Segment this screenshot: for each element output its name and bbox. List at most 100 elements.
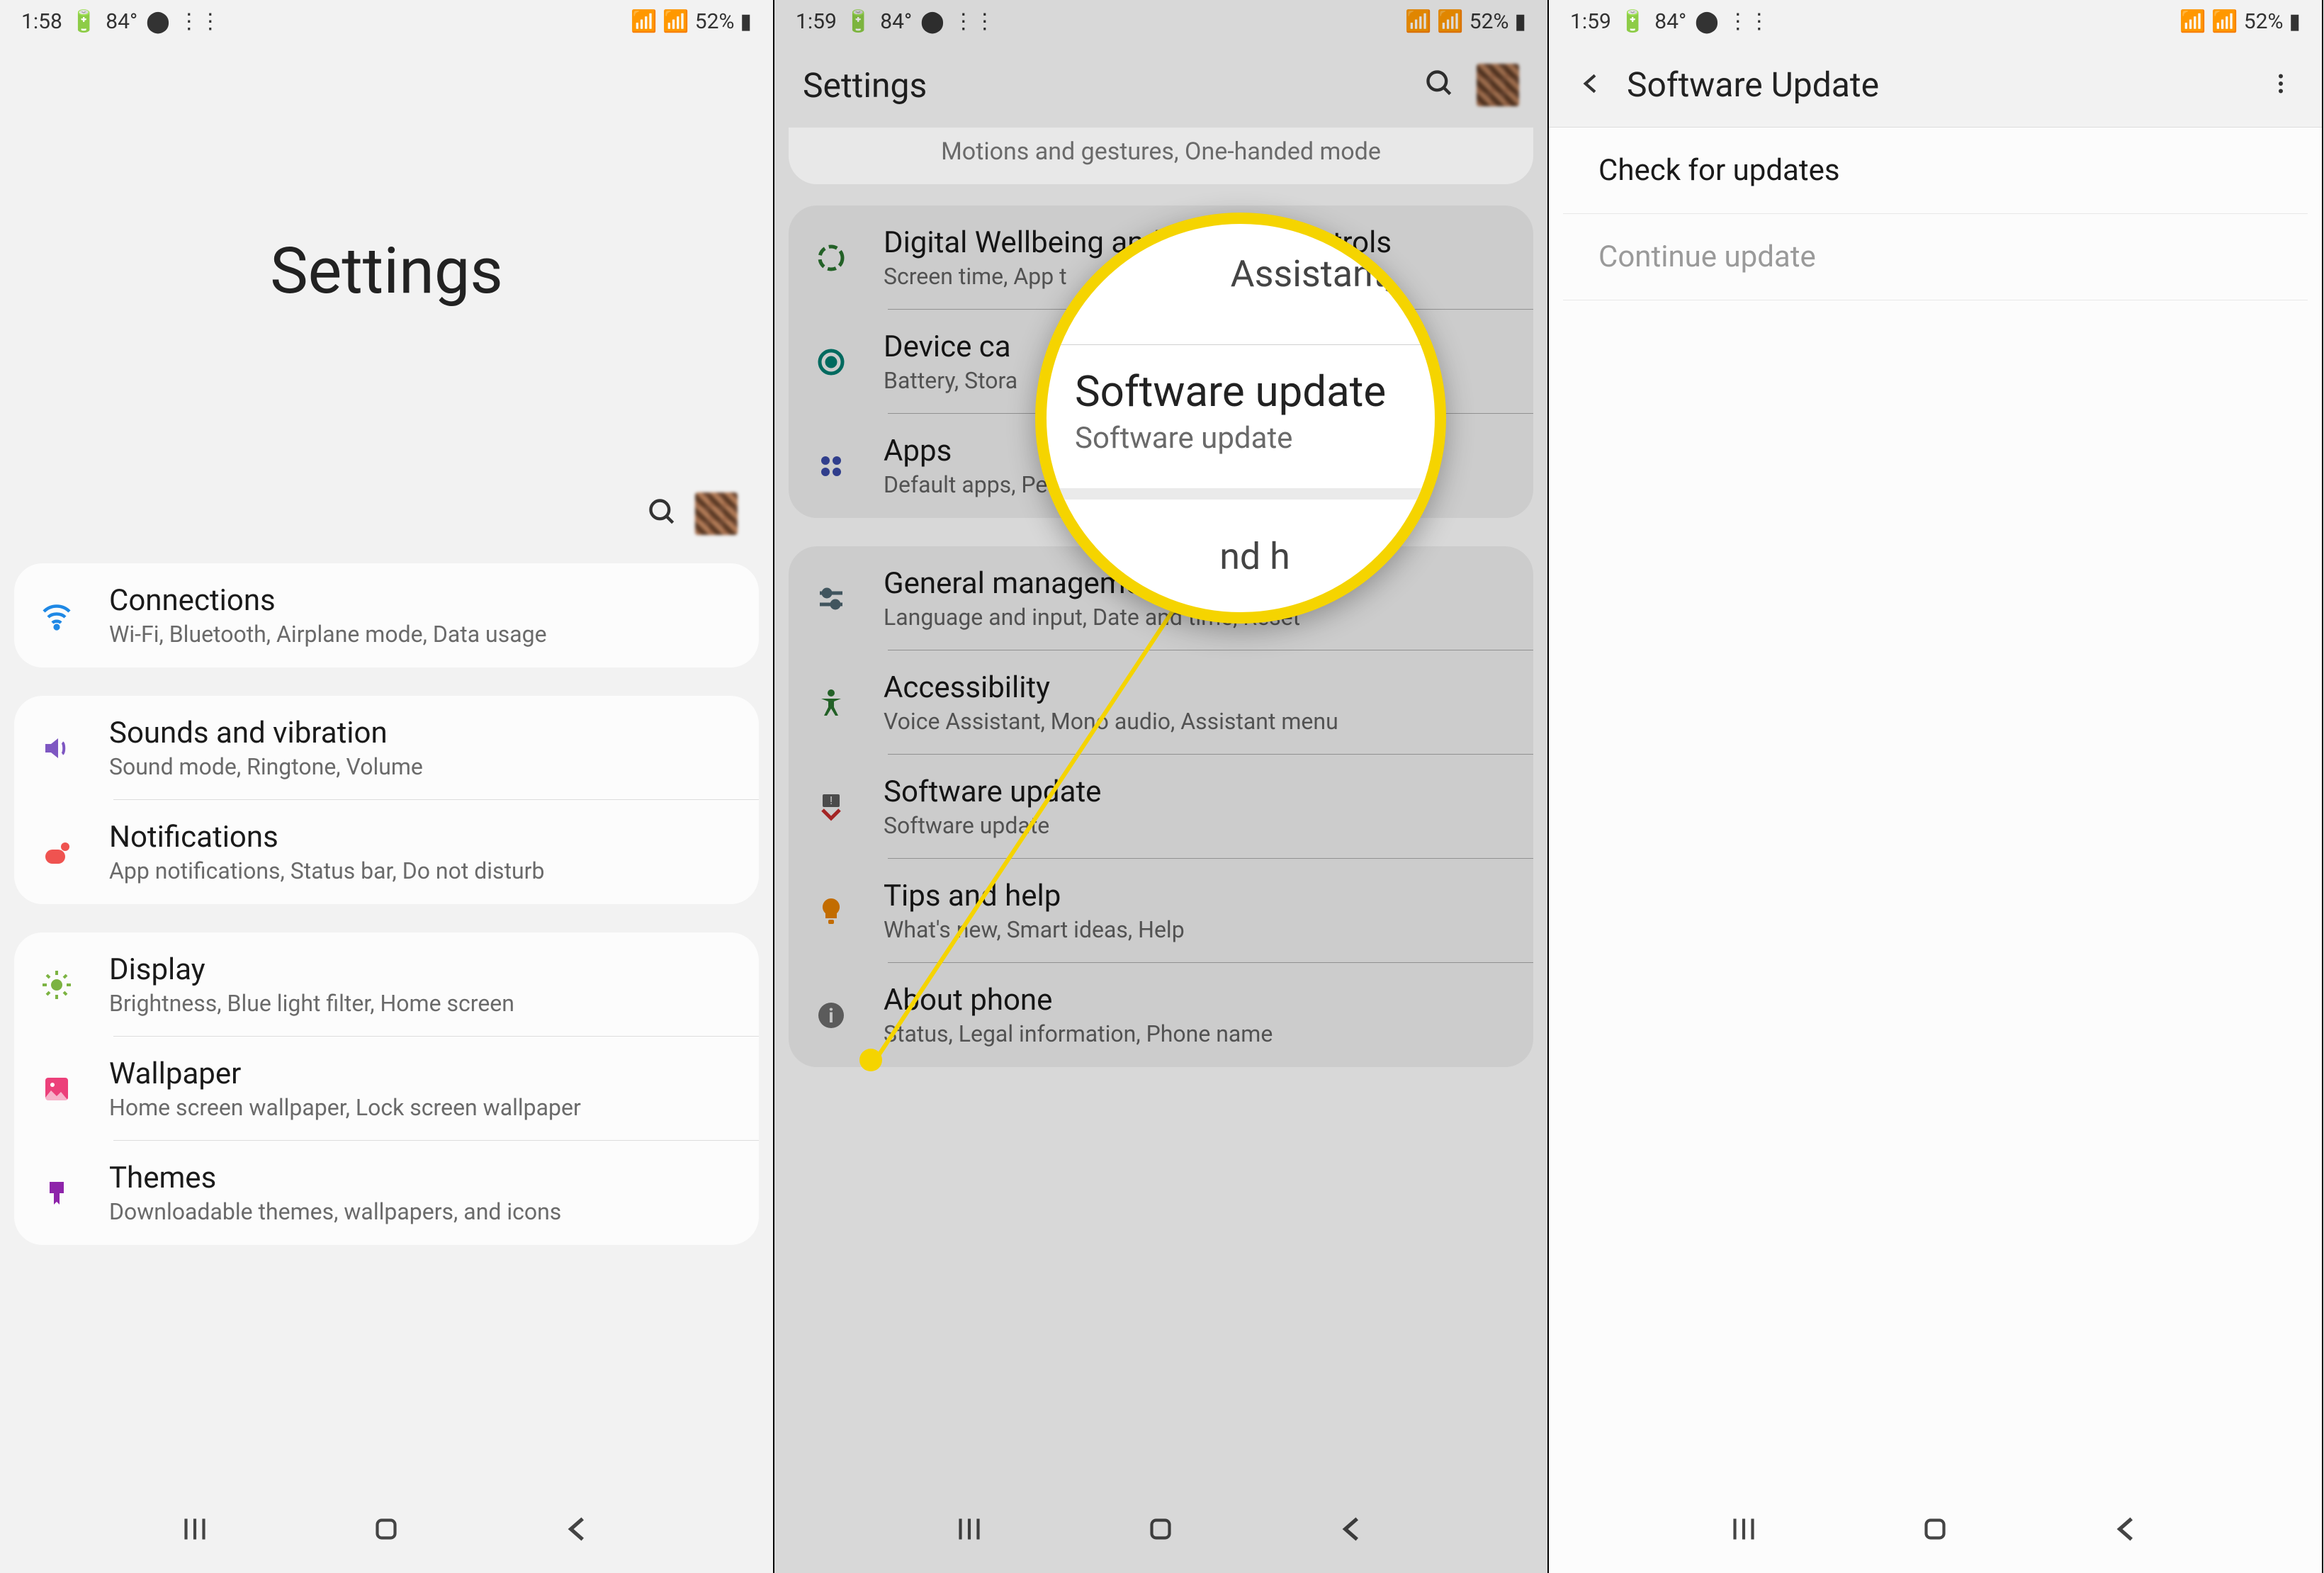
general-icon	[803, 570, 859, 627]
status-bar: 1:59 🔋 84° ⬤ ⋮⋮ 📶 📶 52% ▮	[1549, 0, 2322, 43]
row-title: Software update	[884, 774, 1505, 809]
continue-update: Continue update	[1563, 214, 2308, 300]
settings-group: Display Brightness, Blue light filter, H…	[14, 932, 759, 1245]
magnifier-fragment-top: Assistant,	[1231, 252, 1392, 295]
wifi-icon: 📶	[2179, 9, 2206, 34]
about-icon: i	[803, 987, 859, 1044]
battery-icon: 🔋	[1620, 9, 1646, 34]
settings-row-notifications[interactable]: Notifications App notifications, Status …	[14, 800, 759, 904]
signal-icon: 📶	[1437, 9, 1463, 34]
apps-icon	[803, 438, 859, 495]
screen-software-update: 1:59 🔋 84° ⬤ ⋮⋮ 📶 📶 52% ▮ Software Updat…	[1549, 0, 2323, 1573]
row-title: Sounds and vibration	[109, 716, 731, 750]
wellbeing-icon	[803, 230, 859, 286]
nav-recents[interactable]	[952, 1511, 987, 1550]
wifi-icon: 📶	[631, 9, 657, 34]
status-bar: 1:59 🔋 84° ⬤ ⋮⋮ 📶 📶 52% ▮	[774, 0, 1547, 43]
display-icon	[28, 957, 85, 1013]
page-title: Settings	[0, 234, 773, 308]
more-icon: ⋮⋮	[179, 9, 221, 34]
tips-icon	[803, 883, 859, 940]
back-button[interactable]	[1577, 69, 1606, 101]
screen-settings-main: 1:58 🔋 84° ⬤ ⋮⋮ 📶 📶 52% ▮ Settings	[0, 0, 774, 1573]
nav-back[interactable]	[2109, 1511, 2145, 1550]
search-button[interactable]	[1424, 68, 1455, 102]
row-subtitle: Home screen wallpaper, Lock screen wallp…	[109, 1094, 731, 1121]
wifi-icon: 📶	[1405, 9, 1431, 34]
row-subtitle: Status, Legal information, Phone name	[884, 1020, 1505, 1047]
row-title: Themes	[109, 1161, 731, 1195]
battery-pct: 52%	[1470, 9, 1509, 34]
nav-home[interactable]	[368, 1511, 404, 1550]
settings-row-connections[interactable]: Connections Wi-Fi, Bluetooth, Airplane m…	[14, 563, 759, 667]
nav-home[interactable]	[1917, 1511, 1953, 1550]
settings-row-display[interactable]: Display Brightness, Blue light filter, H…	[14, 932, 759, 1037]
magnifier-subtitle: Software update	[1075, 421, 1435, 456]
device-care-icon	[803, 334, 859, 390]
nav-bar	[0, 1488, 773, 1573]
settings-row-sounds[interactable]: Sounds and vibration Sound mode, Rington…	[14, 696, 759, 800]
status-temp: 84°	[1654, 9, 1686, 34]
svg-text:i: i	[828, 1004, 833, 1027]
appbar: Settings	[774, 43, 1547, 128]
row-subtitle: What's new, Smart ideas, Help	[884, 916, 1505, 943]
nav-back[interactable]	[1335, 1511, 1370, 1550]
row-title: Notifications	[109, 820, 731, 855]
row-title: About phone	[884, 983, 1505, 1017]
status-bar: 1:58 🔋 84° ⬤ ⋮⋮ 📶 📶 52% ▮	[0, 0, 773, 43]
themes-icon	[28, 1165, 85, 1222]
more-menu-button[interactable]	[2268, 71, 2294, 99]
profile-avatar[interactable]	[695, 492, 738, 535]
row-subtitle: Wi-Fi, Bluetooth, Airplane mode, Data us…	[109, 621, 731, 648]
settings-row-themes[interactable]: Themes Downloadable themes, wallpapers, …	[14, 1141, 759, 1245]
magnifier-fragment-bottom: nd h	[1075, 535, 1435, 578]
nav-recents[interactable]	[1726, 1511, 1761, 1550]
more-icon: ⋮⋮	[953, 9, 995, 34]
row-title: Wallpaper	[109, 1056, 731, 1091]
settings-row-wallpaper[interactable]: Wallpaper Home screen wallpaper, Lock sc…	[14, 1037, 759, 1141]
signal-icon: 📶	[662, 9, 689, 34]
nav-home[interactable]	[1143, 1511, 1178, 1550]
wallpaper-icon	[28, 1061, 85, 1117]
check-for-updates[interactable]: Check for updates	[1563, 128, 2308, 214]
screen-settings-scrolled: 1:59 🔋 84° ⬤ ⋮⋮ 📶 📶 52% ▮ Settings Motio…	[774, 0, 1549, 1573]
signal-icon: 📶	[2211, 9, 2238, 34]
update-options: Check for updates Continue update	[1549, 128, 2322, 1488]
partial-row: Motions and gestures, One-handed mode	[789, 128, 1533, 184]
nav-bar	[1549, 1488, 2322, 1573]
settings-row-accessibility[interactable]: Accessibility Voice Assistant, Mono audi…	[789, 650, 1533, 755]
nav-back[interactable]	[560, 1511, 596, 1550]
sound-icon	[28, 720, 85, 777]
status-temp: 84°	[106, 9, 137, 34]
row-subtitle: App notifications, Status bar, Do not di…	[109, 857, 731, 884]
battery-icon: 🔋	[71, 9, 97, 34]
row-subtitle: Voice Assistant, Mono audio, Assistant m…	[884, 708, 1505, 735]
appbar-title: Settings	[803, 65, 1403, 106]
accessibility-icon	[803, 675, 859, 731]
row-subtitle: Sound mode, Ringtone, Volume	[109, 753, 731, 780]
settings-row-software-update[interactable]: ! Software update Software update	[789, 755, 1533, 859]
appbar-title: Software Update	[1627, 64, 2247, 105]
status-temp: 84°	[880, 9, 912, 34]
settings-row-tips[interactable]: Tips and help What's new, Smart ideas, H…	[789, 859, 1533, 963]
battery-icon: ▮	[2289, 9, 2301, 34]
settings-group: General management Language and input, D…	[789, 546, 1533, 1067]
profile-avatar[interactable]	[1477, 64, 1519, 106]
settings-group: Sounds and vibration Sound mode, Rington…	[14, 696, 759, 904]
appbar: Software Update	[1549, 43, 2322, 128]
location-icon: ⬤	[146, 9, 170, 34]
callout-dot	[859, 1049, 882, 1071]
row-title: Display	[109, 952, 731, 987]
battery-icon: ▮	[740, 9, 752, 34]
status-time: 1:59	[796, 9, 837, 34]
search-button[interactable]	[647, 497, 678, 531]
settings-row-about[interactable]: i About phone Status, Legal information,…	[789, 963, 1533, 1067]
nav-bar	[774, 1488, 1547, 1573]
settings-list[interactable]: Connections Wi-Fi, Bluetooth, Airplane m…	[0, 563, 773, 1488]
row-subtitle: Software update	[884, 812, 1505, 839]
notifications-icon	[28, 824, 85, 881]
nav-recents[interactable]	[177, 1511, 213, 1550]
location-icon: ⬤	[1695, 9, 1719, 34]
magnifier-title: Software update	[1075, 366, 1435, 417]
row-title: Tips and help	[884, 879, 1505, 913]
